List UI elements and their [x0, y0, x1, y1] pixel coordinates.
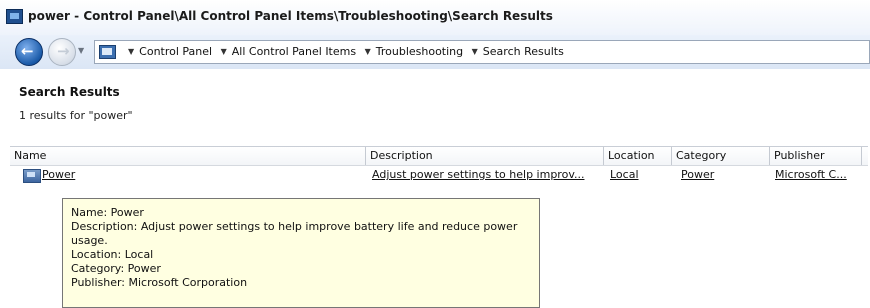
forward-arrow-icon: →: [57, 42, 70, 60]
breadcrumb-search-results[interactable]: Search Results: [483, 45, 564, 58]
column-header-category[interactable]: Category: [672, 147, 770, 165]
address-bar[interactable]: ▼ Control Panel ▼ All Control Panel Items …: [94, 40, 870, 64]
breadcrumb-troubleshooting[interactable]: Troubleshooting: [376, 45, 463, 58]
column-header-description[interactable]: Description: [366, 147, 604, 165]
chevron-down-icon[interactable]: ▼: [472, 47, 478, 56]
result-count: 1 results for "power": [19, 109, 133, 122]
item-tooltip: Name: Power Description: Adjust power se…: [62, 198, 540, 308]
breadcrumb-all-items[interactable]: All Control Panel Items: [232, 45, 356, 58]
result-publisher[interactable]: Microsoft C...: [771, 166, 847, 184]
tooltip-category: Category: Power: [71, 262, 161, 275]
column-header-row: Name Description Location Category Publi…: [10, 146, 868, 166]
column-header-location[interactable]: Location: [604, 147, 672, 165]
navigation-bar: ← → ▼ ▼ Control Panel ▼ All Control Panel …: [0, 35, 870, 69]
forward-button[interactable]: →: [48, 38, 76, 66]
title-bar: power - Control Panel\All Control Panel …: [0, 0, 870, 35]
result-description[interactable]: Adjust power settings to help improv...: [368, 166, 584, 184]
result-location[interactable]: Local: [606, 166, 639, 184]
tooltip-description: Description: Adjust power settings to he…: [71, 220, 518, 247]
back-arrow-icon: ←: [21, 42, 34, 60]
column-header-publisher[interactable]: Publisher: [770, 147, 862, 165]
result-category[interactable]: Power: [677, 166, 714, 184]
page-title: Search Results: [19, 85, 120, 99]
control-panel-icon: [99, 45, 116, 59]
control-panel-icon: [6, 9, 23, 24]
back-button[interactable]: ←: [15, 38, 43, 66]
result-name-link[interactable]: Power: [38, 166, 75, 184]
tooltip-name: Name: Power: [71, 206, 144, 219]
table-row[interactable]: Power Adjust power settings to help impr…: [10, 166, 868, 184]
tooltip-location: Location: Local: [71, 248, 154, 261]
chevron-down-icon[interactable]: ▼: [221, 47, 227, 56]
breadcrumb: ▼ Control Panel ▼ All Control Panel Items …: [123, 45, 564, 58]
breadcrumb-control-panel[interactable]: Control Panel: [139, 45, 212, 58]
tooltip-publisher: Publisher: Microsoft Corporation: [71, 276, 248, 289]
chevron-down-icon[interactable]: ▼: [128, 47, 134, 56]
recent-pages-dropdown-icon[interactable]: ▼: [78, 46, 84, 55]
column-header-name[interactable]: Name: [10, 147, 366, 165]
chevron-down-icon[interactable]: ▼: [365, 47, 371, 56]
window-title: power - Control Panel\All Control Panel …: [28, 9, 553, 23]
